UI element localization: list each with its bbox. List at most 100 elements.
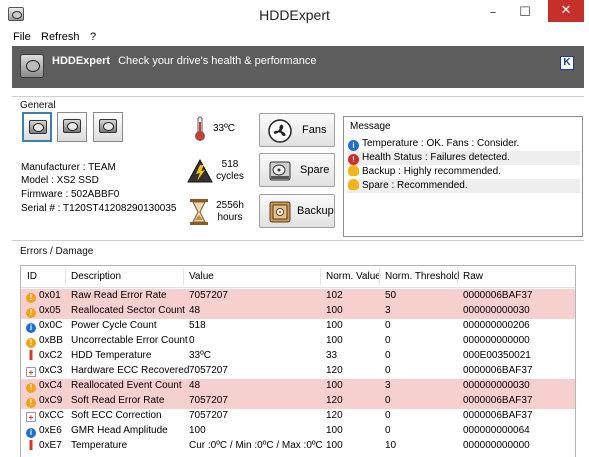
- column-header-norm-value[interactable]: Norm. Value: [326, 271, 381, 282]
- message-row: Spare : Recommended.: [348, 179, 580, 193]
- table-header: ID Description Value Norm. Value Norm. T…: [21, 266, 575, 288]
- attribute-id: 0xC4: [39, 380, 63, 391]
- message-panel: Message i Temperature : OK. Fans : Consid…: [343, 116, 583, 237]
- table-row[interactable]: +0xC3 Hardware ECC Recovered 7057207 120 0 00…: [21, 364, 575, 379]
- warning-icon: !: [26, 293, 36, 303]
- message-row: i Temperature : OK. Fans : Consider.: [348, 137, 580, 151]
- close-button[interactable]: ✕: [548, 0, 584, 22]
- cell-value: 7057207: [189, 290, 228, 301]
- column-header-norm-threshold[interactable]: Norm. Threshold: [385, 271, 459, 282]
- cell-id: ! 0x05: [26, 304, 61, 319]
- spare-button[interactable]: Spare: [259, 153, 335, 187]
- cell-norm-value: 33: [326, 350, 338, 361]
- cell-value: 7057207: [189, 410, 228, 421]
- fan-icon: [268, 119, 292, 143]
- table-row[interactable]: ! 0x05 Reallocated Sector Count 48 100 3 00000…: [21, 304, 575, 319]
- attribute-id: 0xC2: [39, 350, 63, 361]
- cell-description: Soft Read Error Rate: [71, 395, 165, 406]
- menu-help[interactable]: ?: [90, 30, 96, 45]
- cell-value: 7057207: [189, 365, 228, 376]
- cell-id: i 0xE6: [26, 424, 62, 439]
- backup-button[interactable]: Backup: [259, 194, 335, 228]
- table-row[interactable]: 0xE7 Temperature Cur :0ºC / Min :0ºC / Max…: [21, 439, 575, 454]
- column-separator[interactable]: [457, 268, 458, 286]
- hourglass-icon: [190, 199, 208, 225]
- cell-norm-threshold: 3: [385, 305, 391, 316]
- column-header-raw[interactable]: Raw: [463, 271, 483, 282]
- hdd-icon: [99, 119, 117, 133]
- temperature-value: 33ºC: [213, 123, 235, 134]
- menu-file[interactable]: File: [13, 30, 31, 45]
- cell-norm-value: 100: [326, 380, 343, 391]
- column-header-value[interactable]: Value: [189, 271, 214, 282]
- info-icon: i: [348, 140, 359, 151]
- cycles-icon: [187, 158, 213, 183]
- drive-button-1[interactable]: [22, 112, 52, 142]
- cell-id: 0xC2: [26, 349, 62, 364]
- attribute-id: 0x05: [39, 305, 61, 316]
- drive-button-3[interactable]: [93, 112, 123, 142]
- cell-description: Soft ECC Correction: [71, 410, 162, 421]
- cell-raw: 0000006BAF37: [463, 410, 533, 421]
- column-separator[interactable]: [183, 268, 184, 286]
- cell-value: 518: [189, 320, 206, 331]
- hdd-icon: [63, 119, 81, 133]
- attribute-id: 0xE7: [39, 440, 62, 451]
- attribute-id: 0xE6: [39, 425, 62, 436]
- minimize-button[interactable]: –: [482, 4, 504, 22]
- table-row[interactable]: 0xC2 HDD Temperature 33ºC 33 0 000E00350021: [21, 349, 575, 364]
- cell-value: 33ºC: [189, 350, 211, 361]
- table-row[interactable]: ! 0x01 Raw Read Error Rate 7057207 102 50 0000…: [21, 289, 575, 304]
- cell-norm-value: 102: [326, 290, 343, 301]
- cell-description: HDD Temperature: [71, 350, 152, 361]
- hdd-icon: [269, 161, 291, 181]
- column-header-id[interactable]: ID: [27, 271, 37, 282]
- fans-button[interactable]: Fans: [259, 113, 335, 147]
- table-row[interactable]: ! 0xBB Uncorrectable Error Count 0 100 0 00000…: [21, 334, 575, 349]
- cell-norm-threshold: 50: [385, 290, 397, 301]
- table-row[interactable]: ! 0xC4 Reallocated Event Count 48 100 3 000000…: [21, 379, 575, 394]
- cell-raw: 000000000064: [463, 425, 530, 436]
- k-logo-icon[interactable]: K: [560, 56, 574, 70]
- cell-description: Reallocated Event Count: [71, 380, 182, 391]
- column-separator[interactable]: [320, 268, 321, 286]
- warning-icon: !: [26, 383, 36, 393]
- hdd-logo-icon: [20, 54, 44, 78]
- message-text: Spare : Recommended.: [362, 180, 468, 191]
- divider: [12, 96, 584, 97]
- bulb-icon: [348, 165, 359, 176]
- medical-icon: +: [26, 367, 36, 377]
- drive-button-2[interactable]: [57, 112, 87, 142]
- medical-icon: +: [26, 412, 36, 422]
- message-panel-title: Message: [350, 121, 391, 132]
- cell-id: 0xE7: [26, 439, 62, 454]
- hours-value: 2556h: [216, 200, 244, 211]
- cell-norm-threshold: 0: [385, 425, 391, 436]
- bulb-icon: [348, 179, 359, 190]
- manufacturer-text: Manufacturer : TEAM: [21, 162, 116, 173]
- banner-text: HDDExpert Check your drive's health & per…: [52, 55, 316, 67]
- table-row[interactable]: i 0xE6 GMR Head Amplitude 100 100 0 0000000000…: [21, 424, 575, 439]
- info-icon: i: [26, 323, 36, 333]
- cell-norm-value: 120: [326, 410, 343, 421]
- thermometer-icon: [26, 350, 36, 360]
- warning-icon: !: [26, 308, 36, 318]
- table-row[interactable]: +0xCC Soft ECC Correction 7057207 120 0 00000…: [21, 409, 575, 424]
- column-separator[interactable]: [379, 268, 380, 286]
- cell-raw: 0000006BAF37: [463, 395, 533, 406]
- attribute-id: 0x0C: [39, 320, 63, 331]
- cell-raw: 0000006BAF37: [463, 290, 533, 301]
- cell-raw: 000000000000: [463, 335, 530, 346]
- cell-raw: 0000006BAF37: [463, 365, 533, 376]
- menu-refresh[interactable]: Refresh: [41, 30, 80, 45]
- table-row[interactable]: ! 0xC9 Soft Read Error Rate 7057207 120 0 0000…: [21, 394, 575, 409]
- cell-norm-threshold: 0: [385, 410, 391, 421]
- cell-norm-threshold: 0: [385, 365, 391, 376]
- cell-norm-value: 100: [326, 425, 343, 436]
- cell-norm-threshold: 0: [385, 395, 391, 406]
- column-separator[interactable]: [65, 268, 66, 286]
- cell-description: GMR Head Amplitude: [71, 425, 168, 436]
- table-row[interactable]: i 0x0C Power Cycle Count 518 100 0 00000000020…: [21, 319, 575, 334]
- column-header-description[interactable]: Description: [71, 271, 121, 282]
- maximize-button[interactable]: ☐: [514, 4, 536, 22]
